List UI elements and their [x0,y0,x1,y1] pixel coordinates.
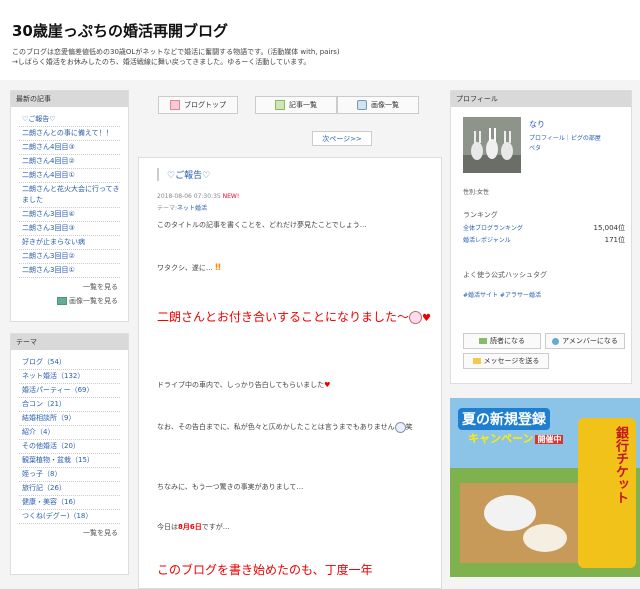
camera-icon [357,100,367,110]
smile-face-icon [394,421,406,433]
exclamation-icon: ‼ [215,263,221,273]
theme-item[interactable]: その他婚活（20） [19,440,120,454]
theme-item[interactable]: 旅行記（26） [19,482,120,496]
article: ♡ご報告♡ 2018-08-06 07:30:35 NEW! テーマ:ネット婚活… [138,157,442,589]
article-date: 2018-08-06 07:30:35 NEW! [157,193,240,200]
article-paragraph-6: 今日は8月6日ですが… [157,523,230,531]
sidebar-recent-posts: 最新の記事 ♡ご報告♡ 二朗さんとの事に備えて！！ 二朗さん4回目③ 二朗さん4回目②… [10,90,129,322]
profile-card: プロフィール なり プロフィール｜ピグの部屋 ペタ 性別:女性 ランキング 全体… [450,90,632,384]
rank-row-genre: 婚活レポジャンル 171位 [463,236,625,244]
follow-reader-button[interactable]: 読者になる [463,333,541,349]
ranking-heading: ランキング [463,211,498,219]
recent-post-item[interactable]: ♡ご報告♡ [19,113,120,127]
recent-post-item[interactable]: 二朗さん4回目① [19,169,120,183]
recent-more-link[interactable]: 一覧を見る [11,282,118,292]
peta-link[interactable]: ペタ [529,143,541,152]
heart-icon: ♥ [324,381,331,389]
recent-post-item[interactable]: 好きが止まらない病 [19,236,120,250]
home-icon [170,100,180,110]
sidebar-theme-heading: テーマ [11,334,128,350]
profile-gender: 性別:女性 [463,189,490,196]
recent-post-item[interactable]: 二朗さん4回目② [19,155,120,169]
advertisement-banner[interactable]: 夏の新規登録 キャンペーン 開催中 銀行チケット [450,398,640,577]
next-page-button[interactable]: 次ページ>> [312,131,372,146]
theme-item[interactable]: 婚活パーティー（69） [19,384,120,398]
user-icon [552,337,560,345]
profile-avatar[interactable] [463,117,521,173]
article-paragraph-4: なお、その告白までに、私が色々と仄めかしたことは言うまでもありません笑 [157,421,413,433]
recent-post-item[interactable]: 二朗さん3回目③ [19,222,120,236]
ad-headline-2: キャンペーン 開催中 [468,432,564,445]
article-title[interactable]: ♡ご報告♡ [157,168,210,181]
ad-headline-1: 夏の新規登録 [458,408,550,430]
article-paragraph-2: ワタクシ、遂に… ‼ [157,263,221,273]
theme-item[interactable]: つくね(デグー)（18） [19,510,120,524]
blog-description: このブログは恋愛偏差値低めの30歳OLがネットなどで婚活に奮闘する物語です。(活… [12,48,340,66]
recent-post-item[interactable]: 二朗さん3回目② [19,250,120,264]
article-theme-link[interactable]: ネット婚活 [177,205,207,212]
recent-post-item[interactable]: 二朗さんとの事に備えて！！ [19,127,120,141]
blush-face-icon [409,311,423,324]
image-icon [56,297,67,305]
profile-heading: プロフィール [451,91,631,107]
sidebar-recent-heading: 最新の記事 [11,91,128,107]
amember-button[interactable]: アメンバーになる [545,333,625,349]
profile-links[interactable]: プロフィール｜ピグの部屋 [529,133,601,142]
article-paragraph-1: このタイトルの記事を書くことを、どれだけ夢見たことでしょう… [157,221,367,229]
send-message-button[interactable]: メッセージを送る [463,353,549,369]
blog-title[interactable]: 30歳崖っぷちの婚活再開ブログ [12,20,228,41]
article-paragraph-7: このブログを書き始めたのも、丁度一年 [157,563,373,577]
recent-post-item[interactable]: 二朗さん3回目① [19,264,120,278]
theme-item[interactable]: 観葉植物・盆栽（15） [19,454,120,468]
profile-name[interactable]: なり [529,119,545,130]
theme-item[interactable]: 結婚相談所（9） [19,412,120,426]
rank-row-overall: 全体ブログランキング 15,004位 [463,224,625,232]
sidebar-theme: テーマ ブログ（54） ネット婚活（132） 婚活パーティー（69） 合コン（21）結… [10,333,129,575]
blog-header: 30歳崖っぷちの婚活再開ブログ このブログは恋愛偏差値低めの30歳OLがネットな… [0,0,640,80]
ad-badge: 銀行チケット [613,426,628,504]
article-paragraph-5: ちなみに、もう一つ驚きの事実がありまして… [157,483,304,491]
recent-post-item[interactable]: 二朗さん4回目③ [19,141,120,155]
article-list-button[interactable]: 記事一覧 [255,96,337,114]
recent-post-item[interactable]: 二朗さんと花火大会に行ってきました [19,183,120,208]
image-list-button[interactable]: 画像一覧 [337,96,419,114]
theme-item[interactable]: 健康・美容（16） [19,496,120,510]
recent-post-list: ♡ご報告♡ 二朗さんとの事に備えて！！ 二朗さん4回目③ 二朗さん4回目② 二朗さん4回… [19,113,120,278]
recent-post-item[interactable]: 二朗さん3回目④ [19,208,120,222]
theme-item[interactable]: ブログ（54） [19,356,120,370]
article-theme: テーマ:ネット婚活 [157,205,208,212]
theme-item[interactable]: 紹介（4） [19,426,120,440]
article-paragraph-3: ドライブ中の車内で、しっかり告白してもらいました♥ [157,381,331,389]
image-list-link[interactable]: 画像一覧を見る [11,296,118,306]
hashtag-heading: よく使う公式ハッシュタグ [463,271,547,279]
document-icon [275,100,285,110]
theme-item[interactable]: 合コン（21） [19,398,120,412]
theme-item[interactable]: 姪っ子（8） [19,468,120,482]
theme-list: ブログ（54） ネット婚活（132） 婚活パーティー（69） 合コン（21） 結婚相談所… [19,356,120,524]
mail-icon [472,358,481,364]
blog-top-button[interactable]: ブログトップ [158,96,238,114]
theme-item[interactable]: ネット婚活（132） [19,370,120,384]
heart-icon: ♥ [422,313,431,324]
article-headline: 二朗さんとお付き合いすることになりました〜 ♥ [157,310,431,324]
theme-more-link[interactable]: 一覧を見る [11,528,118,538]
reader-icon [479,338,487,344]
hashtag-links[interactable]: #婚活サイト #アラサー婚活 [463,290,541,299]
